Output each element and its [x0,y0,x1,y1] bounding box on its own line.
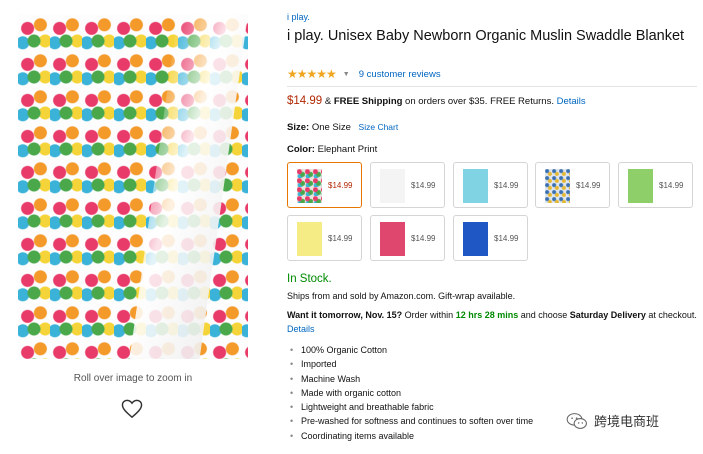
ships-from-text: Ships from and sold by Amazon.com. Gift-… [287,291,516,301]
feature-bullets: 100% Organic Cotton Imported Machine Was… [287,343,533,443]
delivery-info: Want it tomorrow, Nov. 15? Order within … [287,308,697,336]
list-item: Coordinating items available [287,429,533,444]
swatch-pink[interactable]: $14.99 [370,215,445,261]
delivery-option: Saturday Delivery [569,310,646,320]
product-title: i play. Unisex Baby Newborn Organic Musl… [287,28,685,44]
swatch-elephant-print[interactable]: $14.99 [287,162,362,208]
heart-icon[interactable] [121,399,143,419]
swatch-price: $14.99 [411,181,436,190]
swatch-green[interactable]: $14.99 [618,162,693,208]
delivery-countdown: 12 hrs 28 mins [455,310,519,320]
wechat-icon [566,412,587,429]
list-item: Imported [287,357,533,372]
swatch-image [297,169,322,203]
swatch-yellow[interactable]: $14.99 [287,215,362,261]
size-value: One Size [311,122,351,133]
star-rating[interactable]: ★★★★★ [287,67,337,81]
swatch-image [463,169,488,203]
list-item: Pre-washed for softness and continues to… [287,414,533,429]
delivery-text: and choose [518,310,570,320]
watermark: 跨境电商班 [566,411,659,430]
swatch-price: $14.99 [659,181,684,190]
list-item: Machine Wash [287,372,533,387]
delivery-lead: Want it tomorrow, Nov. 15? [287,310,403,320]
product-main-image[interactable] [18,14,248,359]
swatch-price: $14.99 [328,181,353,190]
delivery-text: Order within [402,310,456,320]
delivery-text: at checkout. [645,310,697,320]
swatch-image [628,169,653,203]
swatch-image [380,222,405,256]
color-row: Color: Elephant Print [287,144,377,155]
stock-status: In Stock. [287,273,332,285]
rating-row: ★★★★★ ▼ 9 customer reviews [287,67,441,81]
swatch-image [545,169,570,203]
swatch-image [463,222,488,256]
swatch-print[interactable]: $14.99 [535,162,610,208]
blanket-fold [129,14,248,359]
swatch-price: $14.99 [576,181,601,190]
swatch-blue[interactable]: $14.99 [453,215,528,261]
swatch-price: $14.99 [494,181,519,190]
shipping-text: on orders over $35. FREE Returns. [402,96,557,107]
size-row: Size: One Size Size Chart [287,122,398,133]
product-price: $14.99 [287,95,323,107]
brand-link[interactable]: i play. [287,12,310,22]
swatch-aqua[interactable]: $14.99 [453,162,528,208]
swatch-image [380,169,405,203]
zoom-hint: Roll over image to zoom in [73,373,193,384]
list-item: Lightweight and breathable fabric [287,400,533,415]
list-item: Made with organic cotton [287,386,533,401]
chevron-down-icon[interactable]: ▼ [343,71,350,78]
swatch-white[interactable]: $14.99 [370,162,445,208]
watermark-text: 跨境电商班 [594,415,660,430]
swatch-price: $14.99 [328,234,353,243]
image-gallery: Roll over image to zoom in [0,0,270,454]
shipping-details-link[interactable]: Details [557,96,586,107]
swatch-price: $14.99 [411,234,436,243]
list-item: 100% Organic Cotton [287,343,533,358]
customer-reviews-link[interactable]: 9 customer reviews [359,69,441,80]
size-chart-link[interactable]: Size Chart [359,122,399,132]
size-label: Size: [287,122,310,133]
shipping-prefix: & [324,96,334,107]
free-shipping-label: FREE Shipping [333,96,403,107]
swatch-price: $14.99 [494,234,519,243]
swatch-image [297,222,322,256]
delivery-details-link[interactable]: Details [287,324,315,334]
color-label: Color: [287,144,315,155]
price-row: $14.99 & FREE Shipping on orders over $3… [287,95,586,107]
color-value: Elephant Print [317,144,378,155]
divider [287,86,697,87]
